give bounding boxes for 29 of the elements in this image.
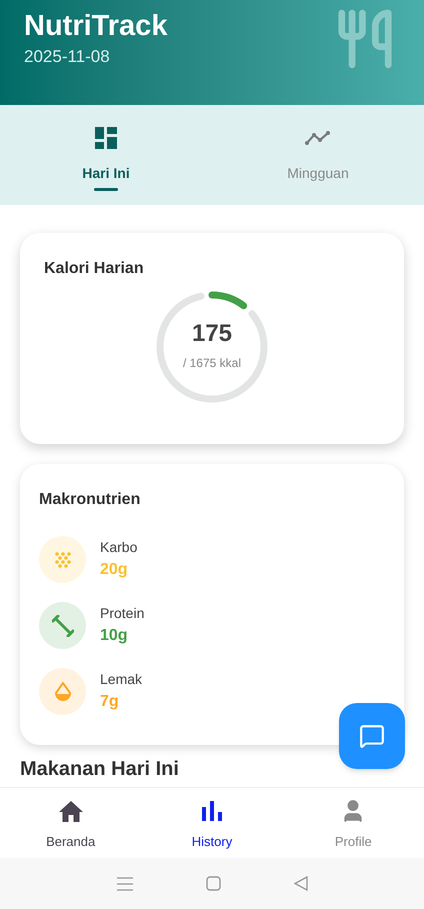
dumbbell-icon — [52, 614, 74, 636]
macro-name: Karbo — [100, 538, 138, 557]
calorie-value: 175 — [192, 322, 232, 346]
macro-amount: 20g — [100, 560, 129, 580]
dashboard-icon — [95, 127, 117, 149]
back-icon[interactable] — [294, 876, 308, 891]
chat-button[interactable] — [339, 703, 405, 769]
nav-item[interactable]: History — [141, 788, 283, 858]
tab[interactable]: Hari Ini — [0, 105, 212, 205]
home-square-icon[interactable] — [206, 876, 220, 891]
date-text: 2025-11-08 — [24, 46, 111, 68]
nav-item[interactable]: Beranda — [0, 788, 142, 858]
nav-item[interactable]: Profile — [282, 788, 424, 858]
calorie-target: / 1675 kkal — [182, 355, 242, 372]
macro-amount: 10g — [100, 626, 129, 646]
home-icon — [58, 800, 83, 822]
line-chart-icon — [305, 130, 331, 146]
card-title: Makronutrien — [39, 490, 142, 510]
card-title: Kalori Harian — [44, 259, 145, 279]
macro-name: Protein — [100, 604, 144, 623]
bar-chart-icon — [202, 801, 222, 821]
section-heading: Makanan Hari Ini — [20, 757, 180, 781]
grain-dots-icon — [54, 550, 72, 568]
macro-name: Lemak — [100, 670, 142, 689]
menu-icon[interactable] — [116, 876, 132, 890]
drop-icon — [54, 682, 72, 702]
app-title: NutriTrack — [24, 9, 168, 44]
message-icon — [359, 723, 385, 749]
macro-amount: 7g — [100, 692, 120, 712]
